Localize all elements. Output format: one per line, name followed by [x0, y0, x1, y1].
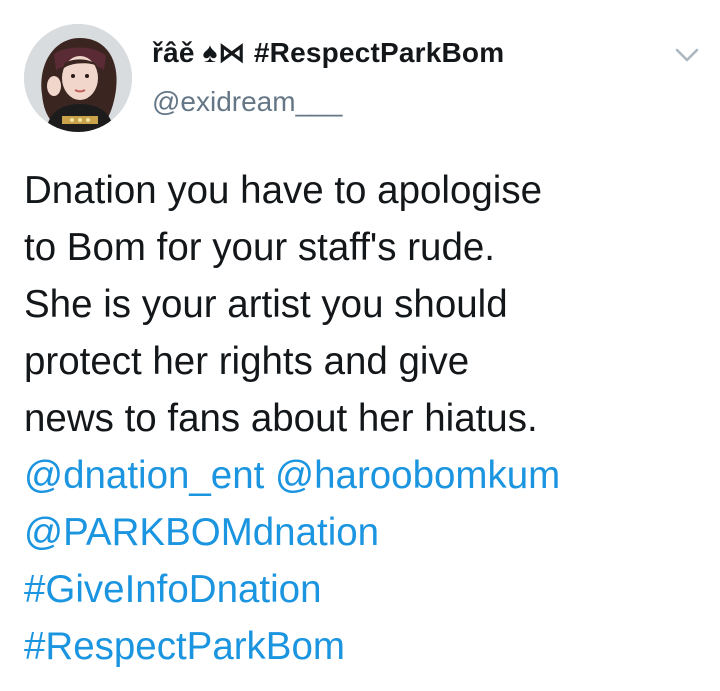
tweet-text-line: news to fans about her hiatus. — [24, 397, 538, 440]
tweet-text-line: protect her rights and give — [24, 340, 470, 383]
tweet: řâě ♠⋈ #RespectParkBom @exidream___ Dnat… — [0, 0, 720, 691]
mention-link[interactable]: @PARKBOMdnation — [24, 511, 379, 554]
avatar[interactable] — [24, 24, 132, 132]
tweet-text-line: She is your artist you should — [24, 283, 508, 326]
tweet-text-line: to Bom for your staff's rude. — [24, 226, 495, 269]
display-name[interactable]: řâě ♠⋈ #RespectParkBom — [152, 36, 504, 69]
mention-link[interactable]: @haroobomkum — [275, 454, 560, 497]
profile-photo-icon — [24, 24, 132, 132]
tweet-text-line: Dnation you have to apologise — [24, 169, 542, 212]
mention-link[interactable]: @dnation_ent — [24, 454, 264, 497]
author-name-row[interactable]: řâě ♠⋈ #RespectParkBom — [152, 36, 504, 69]
chevron-down-icon[interactable] — [672, 44, 702, 66]
author-handle[interactable]: @exidream___ — [152, 86, 342, 118]
hashtag-link[interactable]: #GiveInfoDnation — [24, 568, 322, 611]
tweet-text: Dnation you have to apologise to Bom for… — [24, 162, 704, 675]
hashtag-link[interactable]: #RespectParkBom — [24, 625, 345, 668]
